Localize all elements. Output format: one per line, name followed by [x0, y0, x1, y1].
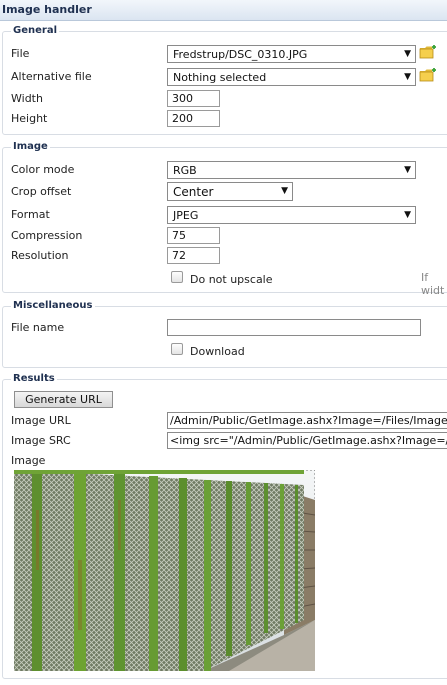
height-input[interactable]: 200	[167, 110, 220, 127]
compression-label: Compression	[11, 229, 83, 242]
format-select[interactable]: JPEG ▼	[167, 206, 416, 224]
chevron-down-icon: ▼	[404, 72, 411, 82]
general-legend: General	[11, 25, 59, 37]
image-url-label: Image URL	[11, 414, 71, 427]
crop-offset-label: Crop offset	[11, 185, 72, 198]
chevron-down-icon: ▼	[404, 210, 411, 220]
hint-text: If widt	[421, 271, 445, 297]
image-url-input[interactable]: /Admin/Public/GetImage.ashx?Image=/Files…	[167, 412, 447, 429]
compression-input[interactable]: 75	[167, 227, 220, 244]
download-label: Download	[190, 345, 245, 358]
chevron-down-icon: ▼	[281, 186, 288, 196]
color-mode-value: RGB	[173, 164, 197, 177]
folder-icon[interactable]	[419, 67, 437, 83]
alternative-file-label: Alternative file	[11, 70, 92, 83]
do-not-upscale-checkbox[interactable]	[171, 271, 183, 283]
miscellaneous-group: Miscellaneous	[2, 300, 447, 368]
generate-url-button[interactable]: Generate URL	[14, 391, 113, 408]
chevron-down-icon: ▼	[404, 49, 411, 59]
do-not-upscale-label: Do not upscale	[190, 273, 273, 286]
alternative-file-select-value: Nothing selected	[173, 71, 267, 84]
folder-icon[interactable]	[419, 44, 437, 60]
download-checkbox[interactable]	[171, 343, 183, 355]
image-label: Image	[11, 454, 46, 467]
image-preview	[14, 470, 315, 671]
image-legend: Image	[11, 141, 50, 153]
miscellaneous-legend: Miscellaneous	[11, 300, 95, 312]
file-select[interactable]: Fredstrup/DSC_0310.JPG ▼	[167, 45, 416, 63]
alternative-file-select[interactable]: Nothing selected ▼	[167, 68, 416, 86]
crop-offset-value: Center	[173, 185, 214, 199]
resolution-input[interactable]: 72	[167, 247, 220, 264]
width-label: Width	[11, 92, 43, 105]
color-mode-select[interactable]: RGB ▼	[167, 161, 416, 179]
chevron-down-icon: ▼	[404, 165, 411, 175]
panel-title: Image handler	[0, 0, 447, 21]
file-label: File	[11, 47, 30, 60]
color-mode-label: Color mode	[11, 163, 75, 176]
image-src-label: Image SRC	[11, 434, 71, 447]
image-src-input[interactable]: <img src="/Admin/Public/GetImage.ashx?Im…	[167, 432, 447, 449]
file-name-label: File name	[11, 321, 65, 334]
format-value: JPEG	[173, 209, 199, 222]
width-input[interactable]: 300	[167, 90, 220, 107]
resolution-label: Resolution	[11, 249, 69, 262]
crop-offset-select[interactable]: Center ▼	[167, 182, 293, 201]
file-name-input[interactable]	[167, 319, 421, 336]
format-label: Format	[11, 208, 50, 221]
file-select-value: Fredstrup/DSC_0310.JPG	[173, 48, 308, 61]
results-legend: Results	[11, 373, 57, 385]
height-label: Height	[11, 112, 48, 125]
